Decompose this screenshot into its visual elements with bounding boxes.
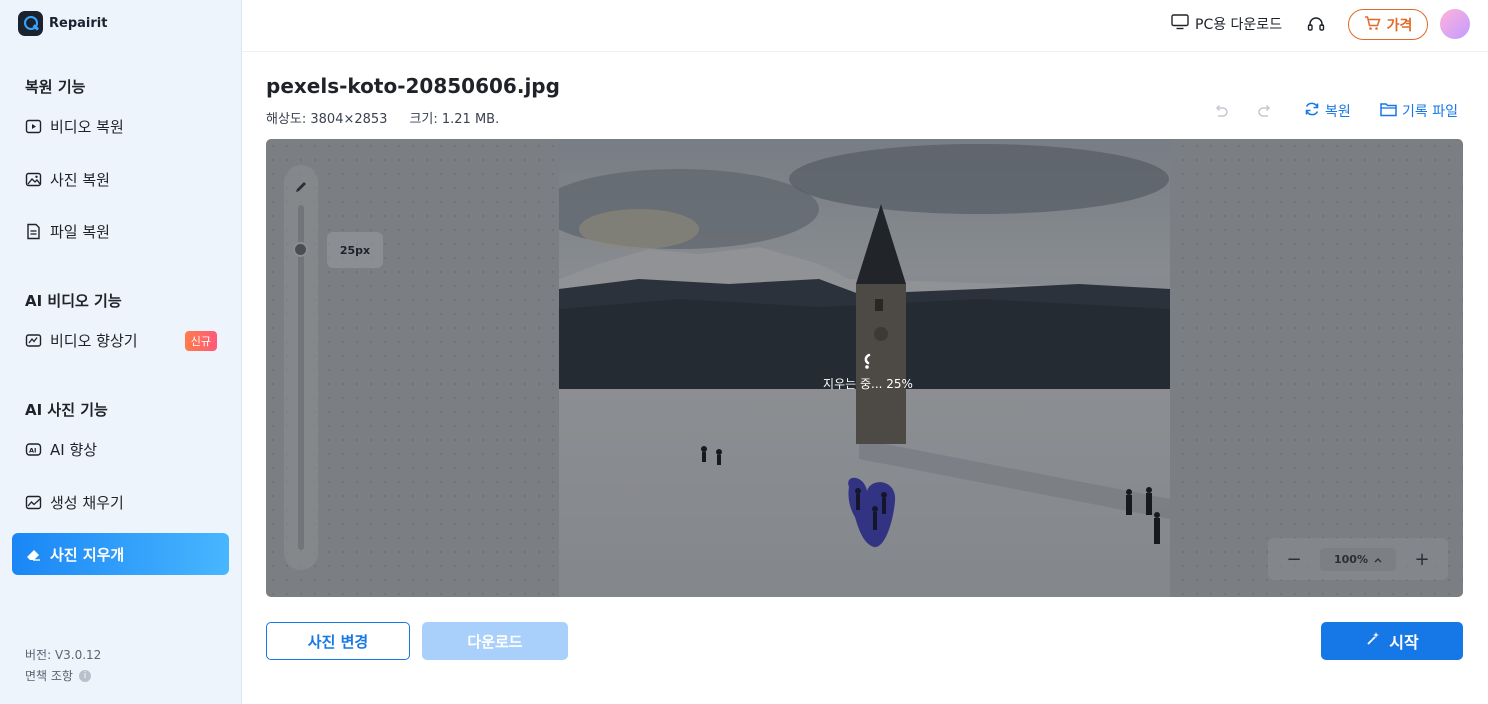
zoom-in-button[interactable]: + — [1414, 549, 1430, 570]
user-avatar[interactable] — [1440, 9, 1470, 39]
file-size: 크기: 1.21 MB. — [409, 112, 500, 127]
price-button[interactable]: 가격 — [1348, 9, 1428, 40]
zoom-level-select[interactable]: 100% — [1320, 547, 1396, 571]
undo-icon[interactable] — [1212, 102, 1230, 120]
generative-fill-icon — [24, 493, 42, 511]
sidebar-item-label: 사진 지우개 — [50, 545, 125, 564]
ai-enhance-icon: AI — [24, 440, 42, 458]
change-photo-button[interactable]: 사진 변경 — [266, 622, 410, 660]
refresh-icon — [1304, 101, 1320, 121]
repairit-logo-icon — [18, 11, 43, 36]
sidebar-item-photo-repair[interactable]: 사진 복원 — [12, 158, 229, 200]
sidebar-item-label: 사진 복원 — [50, 170, 110, 189]
sidebar-item-photo-eraser[interactable]: 사진 지우개 — [12, 533, 229, 575]
sidebar-item-label: 파일 복원 — [50, 222, 110, 241]
history-files-button[interactable]: 기록 파일 — [1380, 101, 1458, 121]
sidebar-item-label: AI 향상 — [50, 440, 98, 459]
version-text: 버전: V3.0.12 — [25, 648, 102, 662]
image-canvas[interactable]: 25px 지우는 중... 25% − 100% + — [266, 139, 1463, 597]
svg-text:AI: AI — [29, 446, 36, 454]
restore-label: 복원 — [1325, 104, 1351, 120]
app-logo[interactable]: Repairit — [18, 11, 107, 36]
cart-icon — [1364, 15, 1381, 35]
sidebar-item-video-repair[interactable]: 비디오 복원 — [12, 105, 229, 147]
zoom-out-button[interactable]: − — [1286, 549, 1302, 570]
progress-text: 지우는 중... 25% — [823, 377, 913, 391]
support-headset-icon[interactable] — [1306, 15, 1326, 35]
disclaimer-link[interactable]: 면책 조항 i — [25, 667, 91, 684]
sidebar: Repairit 복원 기능 비디오 복원 사진 복원 파일 복원 AI 비디오… — [0, 0, 242, 704]
video-enhance-icon — [24, 331, 42, 349]
sidebar-item-file-repair[interactable]: 파일 복원 — [12, 210, 229, 252]
zoom-level: 100% — [1334, 552, 1368, 566]
pc-download-label: PC용 다운로드 — [1195, 17, 1283, 33]
section-title-ai-photo: AI 사진 기능 — [25, 401, 108, 419]
sidebar-item-ai-enhance[interactable]: AI AI 향상 — [12, 428, 229, 470]
pc-download-button[interactable]: PC용 다운로드 — [1171, 14, 1282, 34]
video-repair-icon — [24, 117, 42, 135]
monitor-icon — [1171, 14, 1189, 34]
folder-icon — [1380, 102, 1397, 121]
magic-wand-icon — [1365, 631, 1381, 651]
photo-repair-icon — [24, 170, 42, 188]
price-label: 가격 — [1386, 17, 1413, 34]
history-files-label: 기록 파일 — [1402, 104, 1458, 120]
restore-button[interactable]: 복원 — [1304, 101, 1351, 121]
start-label: 시작 — [1389, 633, 1419, 652]
file-resolution: 해상도: 3804×2853 — [266, 112, 388, 127]
download-button[interactable]: 다운로드 — [422, 622, 568, 660]
app-name: Repairit — [49, 16, 108, 31]
brush-size-tooltip: 25px — [327, 232, 383, 268]
sidebar-item-video-enhancer[interactable]: 비디오 향상기 신규 — [12, 319, 229, 361]
chevron-up-icon — [1374, 553, 1382, 566]
zoom-control: − 100% + — [1268, 538, 1448, 580]
section-title-repair: 복원 기능 — [25, 78, 86, 96]
slider-handle[interactable] — [293, 242, 308, 257]
section-title-ai-video: AI 비디오 기능 — [25, 292, 122, 310]
brush-size-slider[interactable] — [284, 165, 318, 570]
file-name: pexels-koto-20850606.jpg — [266, 74, 560, 98]
eraser-icon — [24, 545, 42, 563]
erase-progress: 지우는 중... 25% — [818, 353, 918, 392]
sidebar-item-label: 생성 채우기 — [50, 493, 124, 512]
file-meta: 해상도: 3804×2853 크기: 1.21 MB. — [266, 108, 499, 127]
info-icon: i — [78, 669, 91, 682]
loading-spinner-icon — [862, 353, 874, 369]
sidebar-item-label: 비디오 복원 — [50, 117, 124, 136]
disclaimer-label: 면책 조항 — [25, 669, 73, 683]
redo-icon[interactable] — [1256, 102, 1274, 120]
new-badge: 신규 — [184, 331, 217, 351]
start-button[interactable]: 시작 — [1321, 622, 1463, 660]
top-bar: PC용 다운로드 가격 — [242, 0, 1488, 52]
file-repair-icon — [24, 222, 42, 240]
sidebar-item-generative-fill[interactable]: 생성 채우기 — [12, 481, 229, 523]
sidebar-item-label: 비디오 향상기 — [50, 331, 138, 350]
pen-icon — [294, 179, 308, 193]
